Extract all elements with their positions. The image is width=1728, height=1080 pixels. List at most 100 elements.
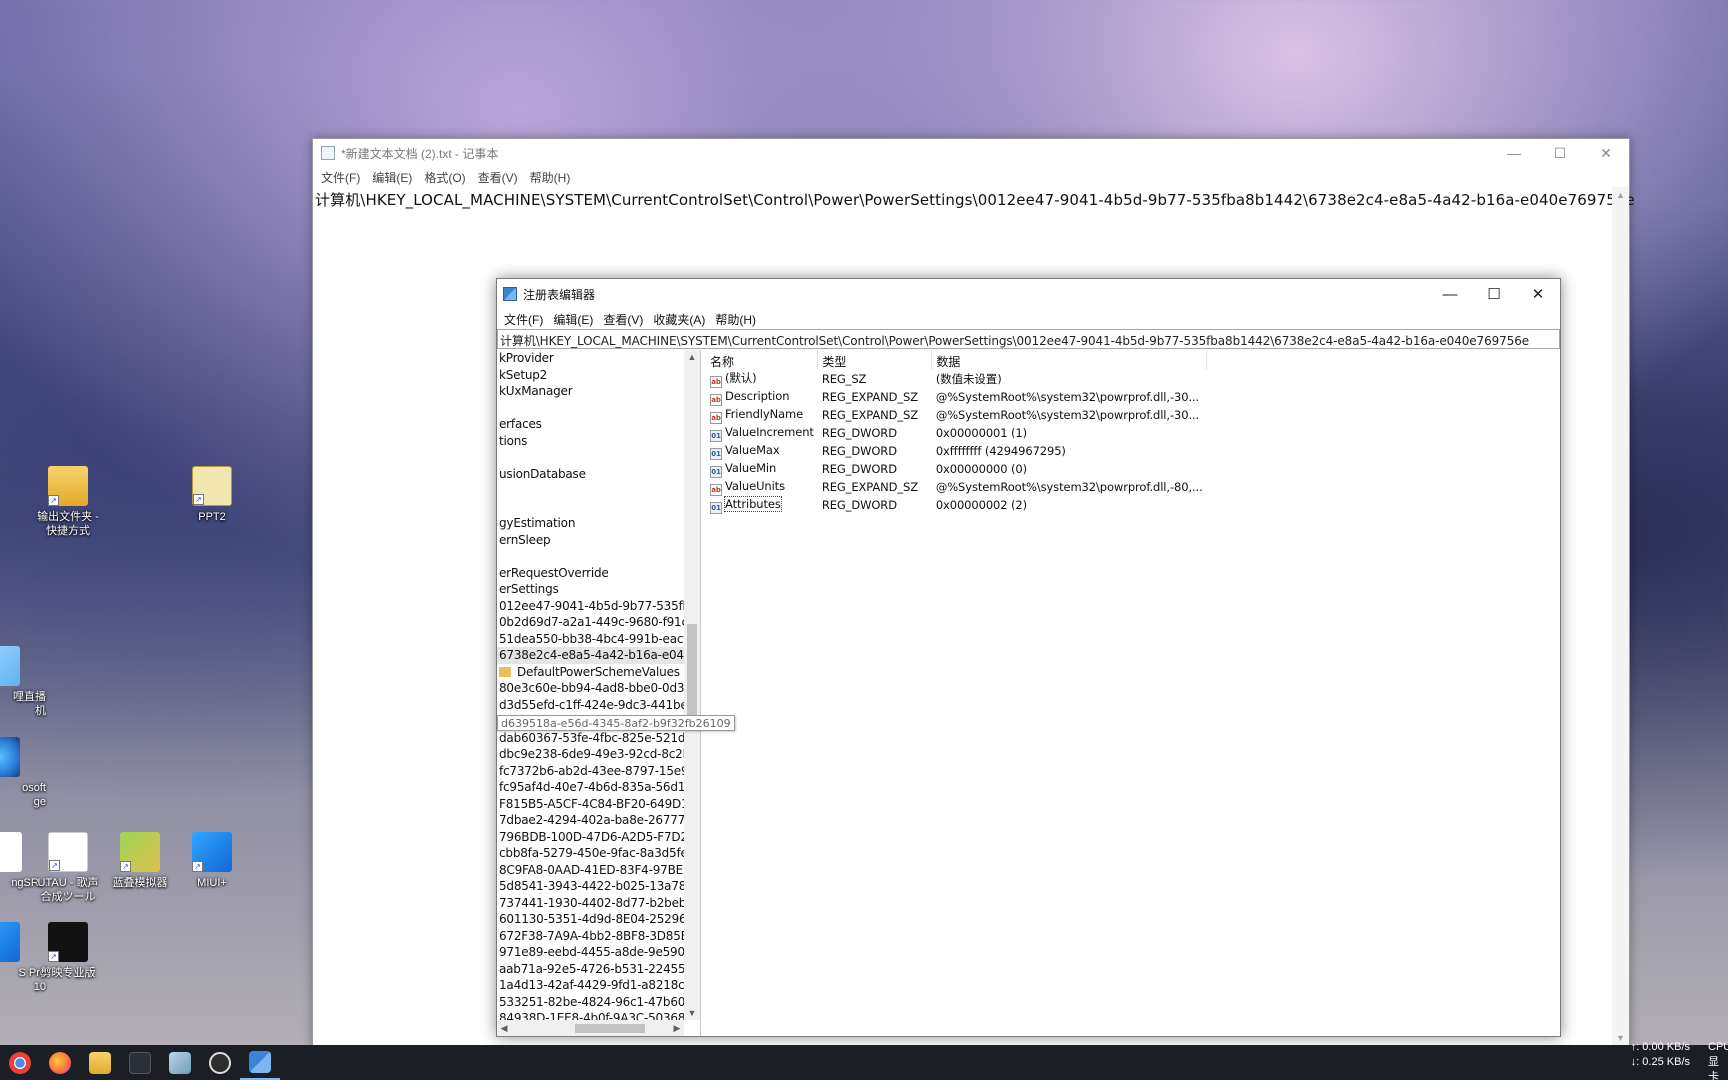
tree-item[interactable]: kSetup2 bbox=[497, 367, 684, 384]
value-row[interactable]: 01 ValueMax REG_DWORD 0xffffffff (429496729… bbox=[706, 442, 1207, 460]
value-row[interactable]: 01 Attributes REG_DWORD 0x00000002 (2) bbox=[706, 495, 1207, 514]
tree-item[interactable]: 0b2d69d7-a2a1-449c-9680-f91c7 bbox=[497, 614, 684, 631]
column-header-data[interactable]: 数据 bbox=[931, 350, 1208, 370]
tree-item[interactable]: 796BDB-100D-47D6-A2D5-F7D2D bbox=[497, 829, 684, 846]
value-row[interactable]: ab FriendlyName REG_EXPAND_SZ @%SystemRoot%… bbox=[706, 406, 1207, 424]
tree-item[interactable]: 84938D-1EE8-4b0f-9A3C-5036804 bbox=[497, 1010, 684, 1020]
menu-file[interactable]: 文件(F) bbox=[499, 309, 548, 329]
value-name-cell[interactable]: 01 Attributes bbox=[706, 495, 818, 514]
tree-item[interactable] bbox=[497, 499, 684, 516]
tree-item[interactable]: gyEstimation bbox=[497, 515, 684, 532]
menu-view[interactable]: 查看(V) bbox=[598, 309, 648, 329]
scroll-thumb[interactable] bbox=[687, 624, 697, 720]
minimize-button[interactable]: — bbox=[1491, 139, 1537, 167]
value-name-cell[interactable]: 01 ValueMin bbox=[706, 460, 818, 478]
notepad-text-area[interactable]: 计算机\HKEY_LOCAL_MACHINE\SYSTEM\CurrentCon… bbox=[313, 187, 1635, 210]
maximize-button[interactable]: ☐ bbox=[1472, 279, 1516, 309]
regedit-titlebar[interactable]: 注册表编辑器 — ☐ ✕ bbox=[497, 279, 1560, 309]
davinci-resolve-icon[interactable] bbox=[120, 1045, 160, 1080]
scroll-thumb[interactable] bbox=[575, 1024, 645, 1033]
value-name-cell[interactable]: 01 ValueMax bbox=[706, 442, 818, 460]
menu-file[interactable]: 文件(F) bbox=[317, 167, 364, 187]
tree-item[interactable]: fc7372b6-ab2d-43ee-8797-15e9E bbox=[497, 763, 684, 780]
key-tree-pane[interactable]: kProvider kSetup2 kUxManager erfaces tions us… bbox=[497, 350, 701, 1036]
desktop-icon-jianying[interactable]: ↗ 剪映专业版 bbox=[22, 922, 114, 980]
notepad-app-icon[interactable] bbox=[160, 1045, 200, 1080]
values-pane[interactable]: 名称 类型 数据 ab (默认) REG_SZ (数值未设置) ab Descriptio… bbox=[704, 350, 1560, 1036]
tree-item[interactable]: 737441-1930-4402-8d77-b2bebb bbox=[497, 895, 684, 912]
value-row[interactable]: ab Description REG_EXPAND_SZ @%SystemRoot%\… bbox=[706, 388, 1207, 406]
tree-item[interactable]: tions bbox=[497, 433, 684, 450]
desktop-icon-live[interactable]: 哩直播 机 bbox=[0, 646, 46, 718]
tree-item[interactable]: F815B5-A5CF-4C84-BF20-649D1F bbox=[497, 796, 684, 813]
tree-item[interactable]: DefaultPowerSchemeValues bbox=[497, 664, 684, 681]
notepad-scrollbar[interactable]: ▲ ▼ bbox=[1612, 187, 1629, 1047]
value-row[interactable]: ab ValueUnits REG_EXPAND_SZ @%SystemRoot%\s… bbox=[706, 478, 1207, 496]
tree-item[interactable]: erRequestOverride bbox=[497, 565, 684, 582]
menu-edit[interactable]: 编辑(E) bbox=[548, 309, 598, 329]
menu-favorites[interactable]: 收藏夹(A) bbox=[648, 309, 710, 329]
tree-item[interactable] bbox=[497, 482, 684, 499]
menu-help[interactable]: 帮助(H) bbox=[710, 309, 761, 329]
value-name-cell[interactable]: ab ValueUnits bbox=[706, 478, 818, 496]
tree-item[interactable]: 533251-82be-4824-96c1-47b60b7 bbox=[497, 994, 684, 1011]
minimize-button[interactable]: — bbox=[1428, 279, 1472, 309]
value-row[interactable]: ab (默认) REG_SZ (数值未设置) bbox=[706, 370, 1207, 388]
tree-item[interactable]: erfaces bbox=[497, 416, 684, 433]
value-name-cell[interactable]: 01 ValueIncrement bbox=[706, 424, 818, 442]
value-name-cell[interactable]: ab (默认) bbox=[706, 370, 818, 388]
value-row[interactable]: 01 ValueIncrement REG_DWORD 0x00000001 (1) bbox=[706, 424, 1207, 442]
desktop-icon-output-folder[interactable]: ↗ 输出文件夹 - 快捷方式 bbox=[22, 466, 114, 538]
tree-item[interactable]: dab60367-53fe-4fbc-825e-521d0 bbox=[497, 730, 684, 747]
desktop-icon-miui[interactable]: ↗ MIUI+ bbox=[166, 832, 258, 890]
menu-view[interactable]: 查看(V) bbox=[474, 167, 522, 187]
close-button[interactable]: ✕ bbox=[1516, 279, 1560, 309]
scroll-down-icon[interactable]: ▼ bbox=[684, 1006, 700, 1020]
tree-item[interactable]: fc95af4d-40e7-4b6d-835a-56d13 bbox=[497, 779, 684, 796]
obs-icon[interactable] bbox=[200, 1045, 240, 1080]
tree-item[interactable]: kUxManager bbox=[497, 383, 684, 400]
menu-edit[interactable]: 编辑(E) bbox=[368, 167, 416, 187]
tree-item[interactable]: 6738e2c4-e8a5-4a42-b16a-e040e bbox=[497, 647, 684, 664]
column-header-type[interactable]: 类型 bbox=[817, 350, 933, 370]
tree-item[interactable]: d3d55efd-c1ff-424e-9dc3-441be bbox=[497, 697, 684, 714]
tree-item[interactable]: usionDatabase bbox=[497, 466, 684, 483]
close-button[interactable]: ✕ bbox=[1583, 139, 1629, 167]
tree-item[interactable]: 672F38-7A9A-4bb2-8BF8-3D85BE bbox=[497, 928, 684, 945]
tree-item[interactable]: kProvider bbox=[497, 350, 684, 367]
tree-item[interactable]: 80e3c60e-bb94-4ad8-bbe0-0d31 bbox=[497, 680, 684, 697]
regedit-icon[interactable] bbox=[240, 1045, 280, 1080]
tree-item[interactable]: 601130-5351-4d9d-8E04-252966E bbox=[497, 911, 684, 928]
maximize-button[interactable]: ☐ bbox=[1537, 139, 1583, 167]
value-name-cell[interactable]: ab FriendlyName bbox=[706, 406, 818, 424]
tree-item[interactable]: cbb8fa-5279-450e-9fac-8a3d5fed bbox=[497, 845, 684, 862]
chrome-icon[interactable] bbox=[0, 1045, 40, 1080]
scroll-up-icon[interactable]: ▲ bbox=[1612, 187, 1629, 204]
tree-item[interactable]: aab71a-92e5-4726-b531-2245596 bbox=[497, 961, 684, 978]
tree-item[interactable]: 5d8541-3943-4422-b025-13a784f bbox=[497, 878, 684, 895]
scroll-left-icon[interactable]: ◀ bbox=[497, 1020, 511, 1036]
tree-item[interactable] bbox=[497, 449, 684, 466]
value-name-cell[interactable]: ab Description bbox=[706, 388, 818, 406]
tree-item[interactable] bbox=[497, 548, 684, 565]
tree-item[interactable]: 7dbae2-4294-402a-ba8e-26777e bbox=[497, 812, 684, 829]
desktop-icon-ppt2[interactable]: ↗ PPT2 bbox=[166, 466, 258, 524]
desktop-icon-edge[interactable]: osoft ge bbox=[0, 737, 46, 809]
tree-item[interactable]: dbc9e238-6de9-49e3-92cd-8c2b bbox=[497, 746, 684, 763]
tree-vertical-scrollbar[interactable]: ▲ ▼ bbox=[684, 350, 700, 1020]
firefox-icon[interactable] bbox=[40, 1045, 80, 1080]
regedit-window[interactable]: 注册表编辑器 — ☐ ✕ 文件(F) 编辑(E) 查看(V) 收藏夹(A) 帮助… bbox=[496, 278, 1561, 1037]
tree-item[interactable]: 51dea550-bb38-4bc4-991b-eacf3 bbox=[497, 631, 684, 648]
tree-item[interactable]: 8C9FA8-0AAD-41ED-83F4-97BE24 bbox=[497, 862, 684, 879]
menu-help[interactable]: 帮助(H) bbox=[526, 167, 575, 187]
tree-item[interactable]: 1a4d13-42af-4429-9fd1-a8218c26 bbox=[497, 977, 684, 994]
tree-item[interactable] bbox=[497, 400, 684, 417]
key-tree[interactable]: kProvider kSetup2 kUxManager erfaces tions us… bbox=[497, 350, 684, 1020]
column-header-name[interactable]: 名称 bbox=[706, 350, 819, 370]
value-row[interactable]: 01 ValueMin REG_DWORD 0x00000000 (0) bbox=[706, 460, 1207, 478]
file-explorer-icon[interactable] bbox=[80, 1045, 120, 1080]
menu-format[interactable]: 格式(O) bbox=[420, 167, 469, 187]
scroll-up-icon[interactable]: ▲ bbox=[684, 350, 700, 364]
tree-horizontal-scrollbar[interactable]: ◀ ▶ bbox=[497, 1020, 684, 1036]
notepad-titlebar[interactable]: *新建文本文档 (2).txt - 记事本 — ☐ ✕ bbox=[313, 139, 1629, 167]
